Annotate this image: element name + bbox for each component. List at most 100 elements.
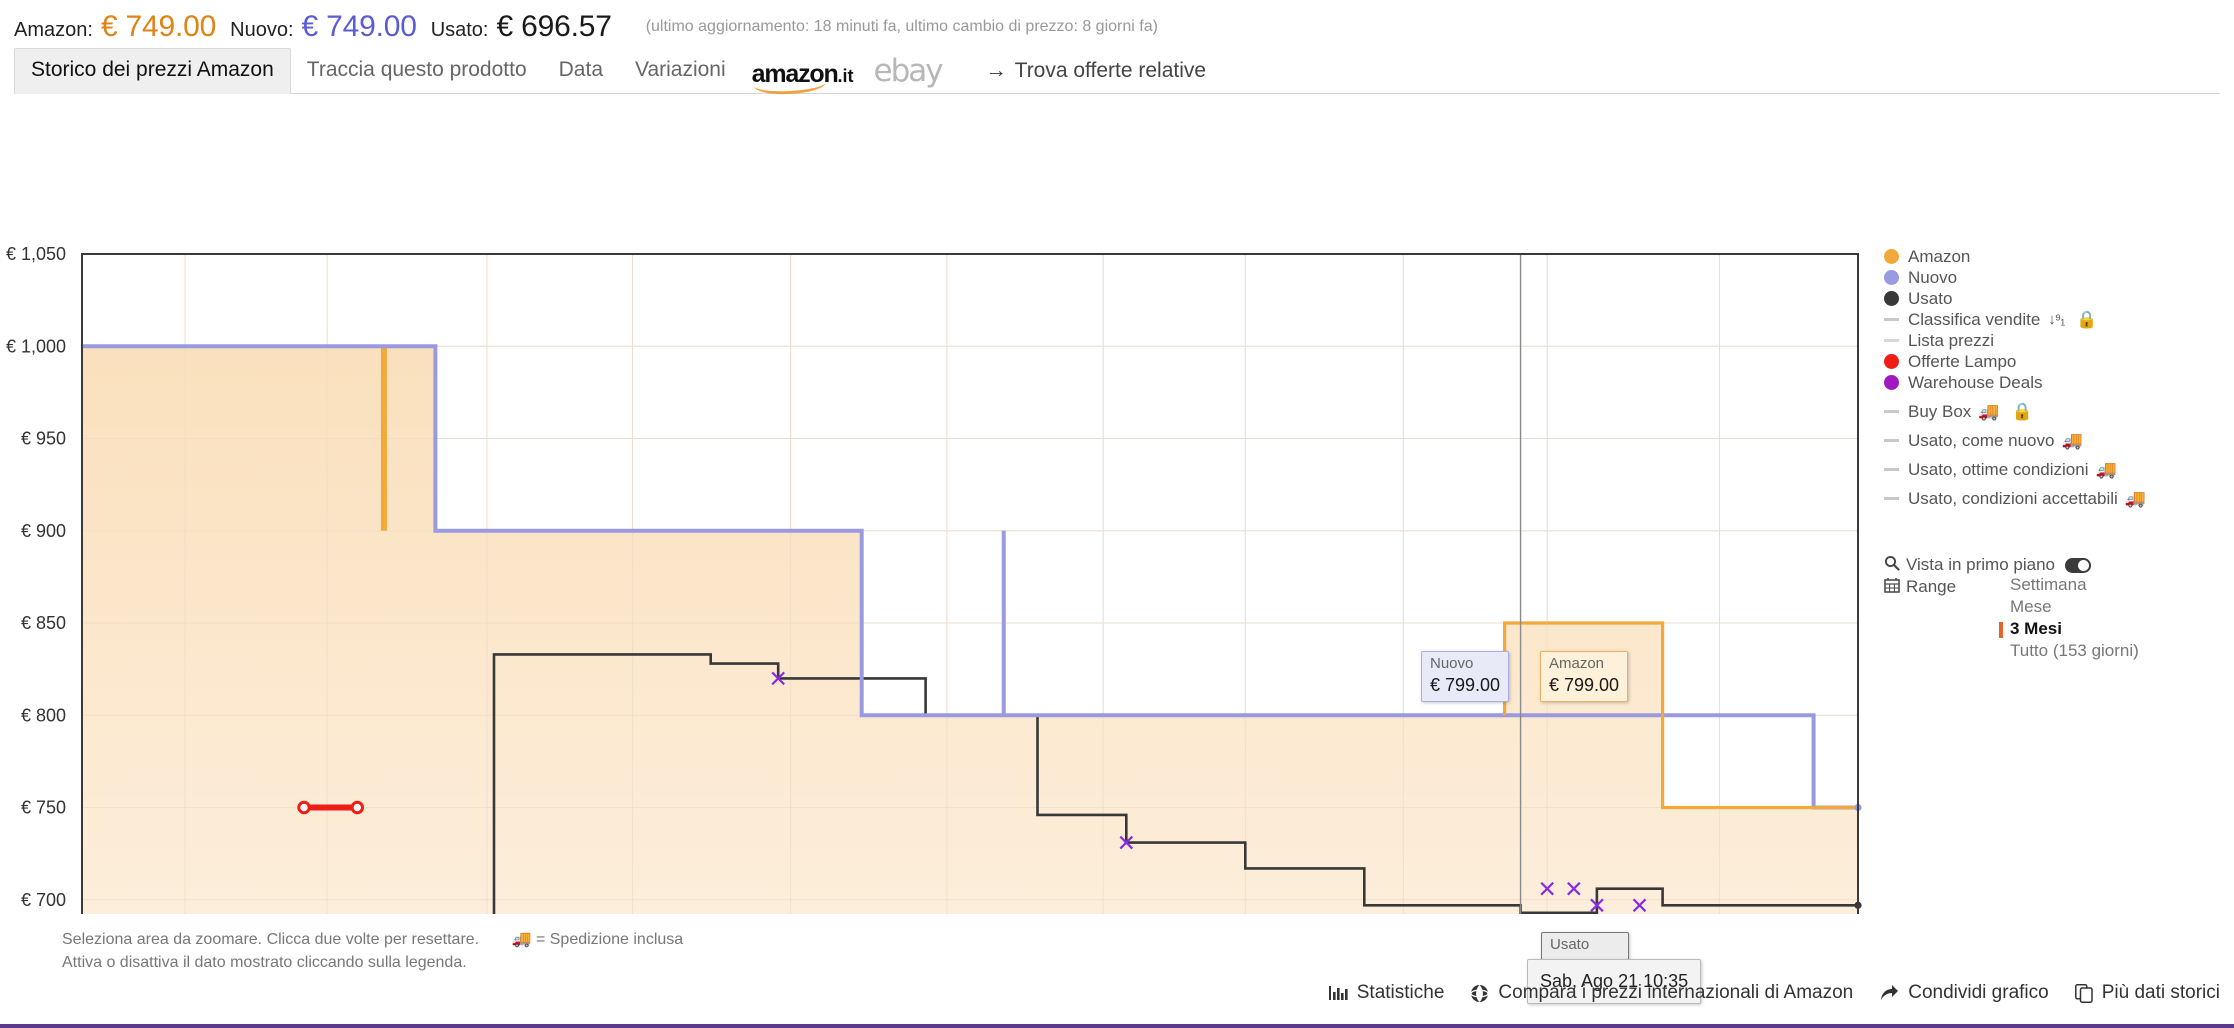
note-shipping-legend: = Spedizione inclusa (536, 931, 683, 948)
y-axis-tick-label: € 800 (21, 705, 66, 725)
tab-amazon-it[interactable]: amazon.it (742, 58, 864, 93)
legend-amazon[interactable]: Amazon (1884, 246, 2234, 267)
legend-dash-icon (1884, 318, 1899, 321)
footer-statistiche[interactable]: Statistiche (1329, 982, 1445, 1004)
tab-traccia-prodotto[interactable]: Traccia questo prodotto (291, 49, 543, 93)
tab-variazioni[interactable]: Variazioni (619, 49, 742, 93)
bottom-accent-rule (0, 1024, 2234, 1028)
arrow-right-icon: → (986, 59, 1007, 82)
bar-chart-icon (1329, 984, 1348, 1002)
truck-icon: 🚚 (2061, 431, 2082, 451)
price-header: Amazon: € 749.00 Nuovo: € 749.00 Usato: … (0, 0, 2234, 50)
legend-dot-icon (1884, 354, 1899, 369)
lock-icon: 🔒 (2011, 402, 2032, 422)
find-related-deals-link[interactable]: →Trova offerte relative (952, 51, 1220, 93)
ebay-wordmark: ebay (874, 56, 942, 87)
tooltip-amazon-title: Amazon (1549, 655, 1619, 674)
legend-dot-icon (1884, 291, 1899, 306)
y-axis-tick-label: € 700 (21, 890, 66, 910)
globe-icon (1470, 984, 1489, 1003)
legend-item-label: Usato (1908, 289, 1952, 309)
legend-item-label: Classifica vendite (1908, 310, 2040, 330)
legend-warehouse-deals[interactable]: Warehouse Deals (1884, 372, 2234, 393)
y-axis-tick-label: € 1,000 (6, 336, 66, 356)
search-icon (1884, 555, 1906, 576)
y-axis-tick-label: € 850 (21, 613, 66, 633)
tooltip-nuovo-value: € 799.00 (1430, 674, 1500, 697)
legend-dot-icon (1884, 375, 1899, 390)
legend-item-label: Amazon (1908, 247, 1970, 267)
tooltip-nuovo-title: Nuovo (1430, 655, 1500, 674)
footer-statistiche-label: Statistiche (1357, 982, 1445, 1004)
shipping-truck-icon: 🚚 (512, 931, 532, 948)
legend-nuovo[interactable]: Nuovo (1884, 267, 2234, 288)
legend-dash-icon (1884, 410, 1899, 413)
legend-lista-prezzi[interactable]: Lista prezzi (1884, 330, 2234, 351)
price-history-chart[interactable]: € 1,050€ 1,000€ 950€ 900€ 850€ 800€ 750€… (0, 94, 2234, 914)
nuovo-price-label: Nuovo: (230, 19, 293, 42)
legend-classifica-vendite[interactable]: Classifica vendite ↓⁹₁ 🔒 (1884, 309, 2234, 330)
range-option-mese[interactable]: Mese (1999, 597, 2139, 619)
tab-data[interactable]: Data (543, 49, 619, 93)
legend-dash-icon (1884, 439, 1899, 442)
tooltip-nuovo: Nuovo € 799.00 (1421, 651, 1509, 702)
legend-item-label: Usato, condizioni accettabili (1908, 489, 2118, 509)
tab-storico-prezzi[interactable]: Storico dei prezzi Amazon (14, 48, 291, 94)
range-option-3-mesi[interactable]: 3 Mesi (1999, 619, 2139, 641)
tooltip-amazon-value: € 799.00 (1549, 674, 1619, 697)
truck-icon: 🚚 (2095, 460, 2116, 480)
tooltip-usato-title: Usato (1550, 936, 1620, 955)
legend-offerte-lampo[interactable]: Offerte Lampo (1884, 351, 2234, 372)
y-axis-tick-label: € 950 (21, 429, 66, 449)
legend-dash-icon (1884, 468, 1899, 471)
amazon-tld: .it (838, 66, 854, 86)
legend-dash-icon (1884, 497, 1899, 500)
legend-buy-box[interactable]: Buy Box 🚚 🔒 (1884, 401, 2234, 422)
footer-compara-prezzi-label: Compara i prezzi internazionali di Amazo… (1498, 982, 1853, 1004)
lightning-deal-endpoint (299, 802, 309, 812)
amazon-price-value: € 749.00 (101, 10, 216, 44)
legend-usato-ottime-condizioni[interactable]: Usato, ottime condizioni🚚 (1884, 459, 2234, 480)
y-axis-tick-label: € 750 (21, 798, 66, 818)
footer-piu-dati-storici[interactable]: Più dati storici (2075, 982, 2220, 1004)
legend-dot-icon (1884, 270, 1899, 285)
legend-dot-icon (1884, 249, 1899, 264)
truck-icon: 🚚 (2125, 489, 2146, 509)
range-option-settimana[interactable]: Settimana (1999, 575, 2139, 597)
copy-icon (2075, 984, 2093, 1003)
range-option-tutto-153-giorni[interactable]: Tutto (153 giorni) (1999, 641, 2139, 663)
lock-icon: 🔒 (2076, 310, 2097, 330)
legend-usato-condizioni-accettabili[interactable]: Usato, condizioni accettabili 🚚 (1884, 488, 2234, 509)
truck-icon: 🚚 (1978, 402, 1999, 422)
usato-price-label: Usato: (431, 19, 489, 42)
last-update-meta: (ultimo aggiornamento: 18 minuti fa, ult… (646, 18, 1158, 36)
range-options: SettimanaMese3 MesiTutto (153 giorni) (1999, 575, 2139, 663)
tab-bar: Storico dei prezzi Amazon Traccia questo… (14, 50, 2220, 94)
legend-item-label: Buy Box (1908, 402, 1971, 422)
footer-compara-prezzi[interactable]: Compara i prezzi internazionali di Amazo… (1470, 982, 1853, 1004)
lightning-deal-endpoint (352, 802, 362, 812)
zoom-view-toggle[interactable] (2065, 558, 2091, 573)
legend-usato[interactable]: Usato (1884, 288, 2234, 309)
calendar-icon (1884, 577, 1906, 598)
y-axis-tick-label: € 900 (21, 521, 66, 541)
tab-ebay[interactable]: ebay (864, 52, 952, 93)
footer-condividi-grafico[interactable]: Condividi grafico (1879, 982, 2048, 1004)
note-zoom-hint: Seleziona area da zoomare. Clicca due vo… (62, 931, 479, 948)
zoom-view-label: Vista in primo piano (1906, 555, 2055, 575)
range-label: Range (1906, 577, 1956, 597)
legend-dash-icon (1884, 339, 1899, 342)
legend-item-label: Lista prezzi (1908, 331, 1994, 351)
note-legend-hint: Attiva o disattiva il dato mostrato clic… (62, 951, 683, 974)
share-icon (1879, 984, 1899, 1002)
sales-rank-sort-icon: ↓⁹₁ (2048, 311, 2064, 328)
legend-usato-come-nuovo[interactable]: Usato, come nuovo 🚚 (1884, 430, 2234, 451)
legend-item-label: Offerte Lampo (1908, 352, 2016, 372)
legend-item-label: Nuovo (1908, 268, 1957, 288)
zoom-view-toggle-row[interactable]: Vista in primo piano (1884, 554, 2234, 576)
chart-notes: Seleziona area da zoomare. Clicca due vo… (62, 928, 683, 974)
amazon-price-label: Amazon: (14, 19, 93, 42)
chart-footer: Statistiche Compara i prezzi internazion… (1329, 982, 2220, 1004)
legend-item-label: Usato, come nuovo (1908, 431, 2054, 451)
footer-condividi-grafico-label: Condividi grafico (1908, 982, 2048, 1004)
